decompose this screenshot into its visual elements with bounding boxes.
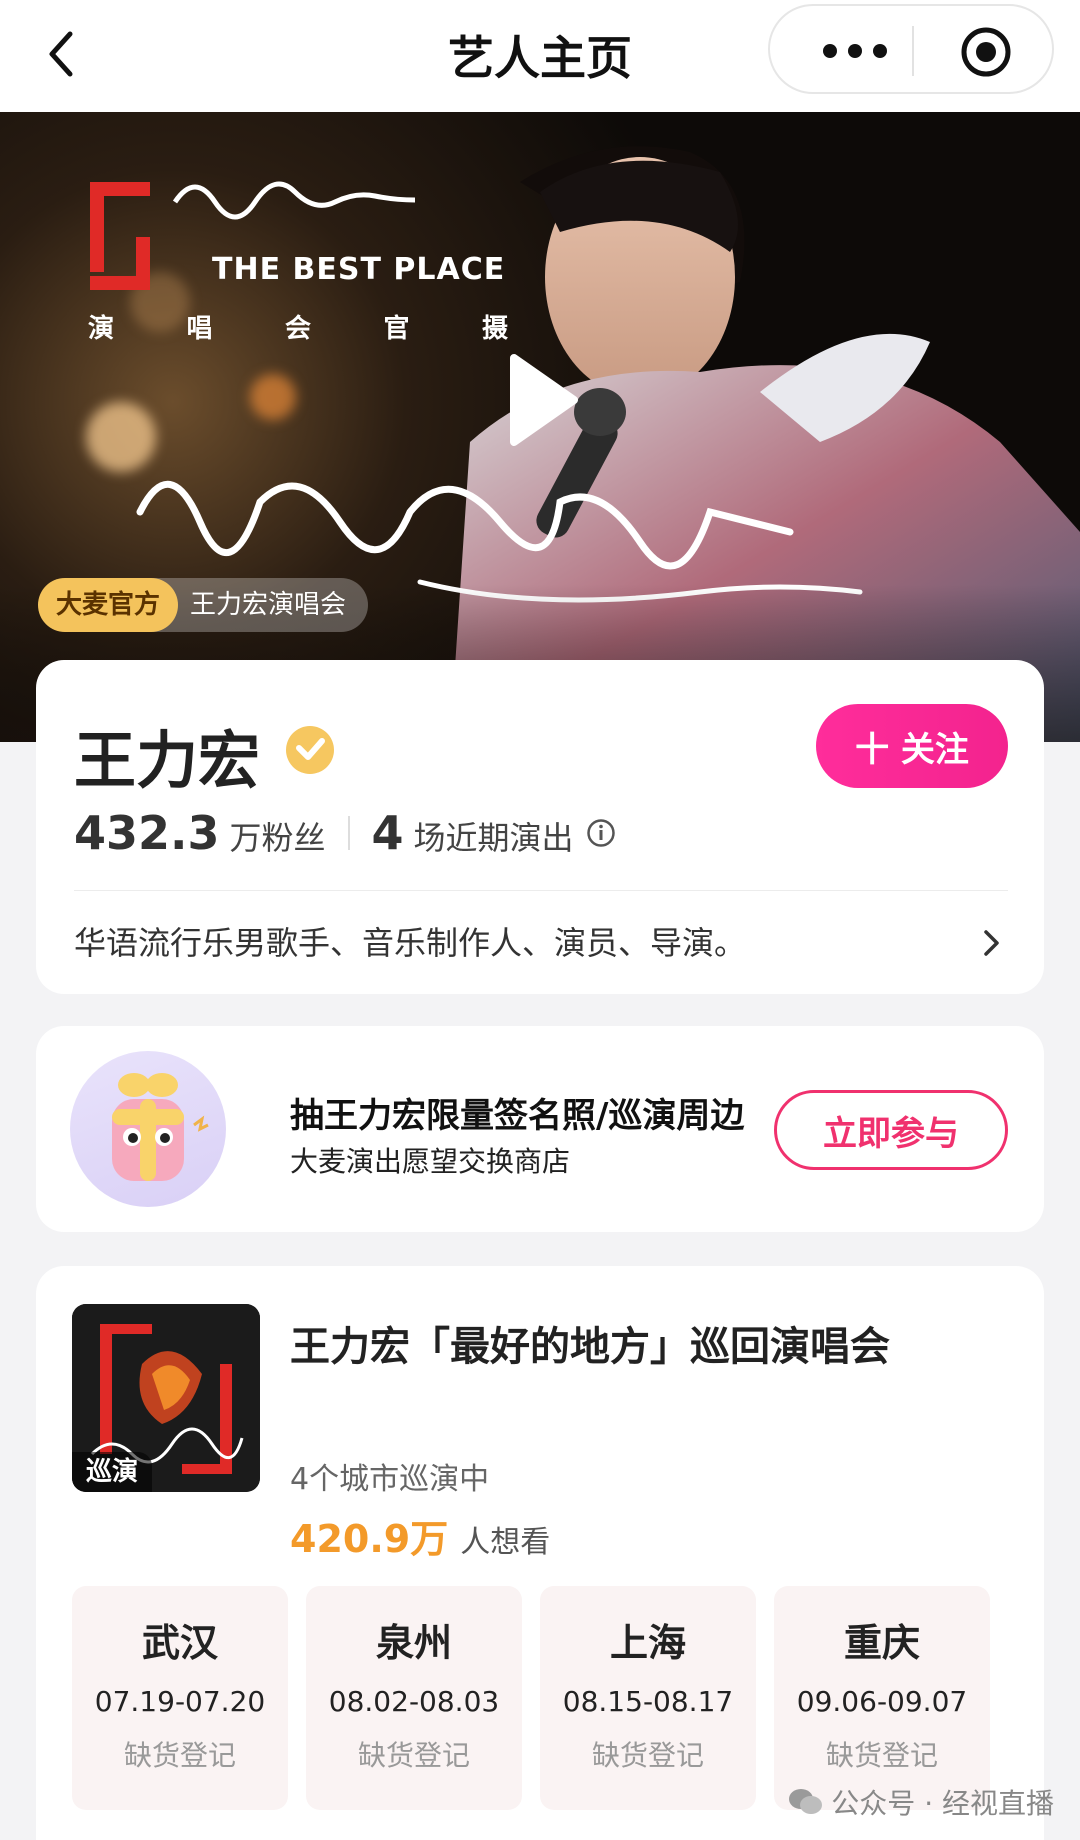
capsule-divider bbox=[912, 26, 914, 76]
city-name: 泉州 bbox=[375, 1621, 452, 1665]
promo-subtitle: 大麦演出愿望交换商店 bbox=[290, 1145, 571, 1178]
city-item-wuhan[interactable]: 武汉 07.19-07.20 缺货登记 bbox=[72, 1586, 288, 1810]
city-date: 09.06-09.07 bbox=[796, 1685, 968, 1718]
shows-unit: 场近期演出 bbox=[413, 819, 574, 857]
city-status: 缺货登记 bbox=[825, 1739, 938, 1772]
join-now-button[interactable]: 立即参与 bbox=[774, 1090, 1008, 1170]
fans-unit: 万粉丝 bbox=[229, 819, 326, 857]
tour-want: 420.9万 人想看 bbox=[290, 1508, 550, 1563]
gift-mascot-avatar bbox=[70, 1051, 226, 1207]
info-icon[interactable] bbox=[586, 818, 616, 848]
banner-logo-subtitle: 演 唱 会 官 摄 bbox=[88, 308, 508, 345]
want-count: 420.9万 bbox=[290, 1517, 449, 1561]
banner-tags: 大麦官方 王力宏演唱会 bbox=[38, 578, 369, 632]
city-status: 缺货登记 bbox=[591, 1739, 704, 1772]
banner-logo-title: THE BEST PLACE bbox=[212, 252, 506, 287]
tour-title: 王力宏「最好的地方」巡回演唱会 bbox=[290, 1324, 890, 1370]
artist-info-card: 王力宏 十 关注 432.3 万粉丝 4 场近期演出 华语流行乐男歌手、音乐制作… bbox=[36, 660, 1044, 994]
official-tag: 大麦官方 bbox=[38, 578, 179, 632]
card-divider bbox=[74, 890, 1008, 891]
top-nav-bar: 艺人主页 bbox=[0, 0, 1080, 112]
stats-divider bbox=[347, 816, 350, 850]
play-icon[interactable] bbox=[508, 352, 580, 448]
artist-description[interactable]: 华语流行乐男歌手、音乐制作人、演员、导演。 bbox=[74, 918, 746, 964]
city-list: 武汉 07.19-07.20 缺货登记 泉州 08.02-08.03 缺货登记 … bbox=[72, 1586, 1008, 1810]
artist-stats: 432.3 万粉丝 4 场近期演出 bbox=[74, 806, 616, 860]
city-item-chongqing[interactable]: 重庆 09.06-09.07 缺货登记 bbox=[774, 1586, 990, 1810]
watermark-text: 公众号 · 经视直播 bbox=[831, 1787, 1054, 1820]
mini-program-capsule bbox=[768, 4, 1054, 94]
logo-char: 摄 bbox=[481, 314, 508, 344]
tour-badge: 巡演 bbox=[72, 1452, 153, 1492]
banner-video[interactable]: THE BEST PLACE 演 唱 会 官 摄 大麦官方 王力宏演唱会 bbox=[0, 112, 1080, 742]
tour-card[interactable]: 巡演 王力宏「最好的地方」巡回演唱会 4个城市巡演中 420.9万 人想看 武汉… bbox=[36, 1266, 1044, 1840]
verified-badge-icon bbox=[286, 726, 334, 774]
logo-char: 唱 bbox=[186, 314, 213, 344]
city-status: 缺货登记 bbox=[357, 1739, 470, 1772]
city-date: 07.19-07.20 bbox=[94, 1685, 266, 1718]
logo-char: 演 bbox=[88, 314, 115, 344]
video-name-tag: 王力宏演唱会 bbox=[150, 578, 369, 632]
promo-title: 抽王力宏限量签名照/巡演周边 bbox=[290, 1096, 745, 1136]
city-name: 武汉 bbox=[141, 1621, 218, 1665]
city-item-shanghai[interactable]: 上海 08.15-08.17 缺货登记 bbox=[540, 1586, 756, 1810]
wechat-watermark: 公众号 · 经视直播 bbox=[787, 1782, 1054, 1822]
promo-card[interactable]: 抽王力宏限量签名照/巡演周边 大麦演出愿望交换商店 立即参与 bbox=[36, 1026, 1044, 1232]
city-name: 重庆 bbox=[843, 1621, 920, 1665]
shows-count: 4 bbox=[371, 806, 404, 860]
city-date: 08.15-08.17 bbox=[562, 1685, 734, 1718]
tour-cities-text: 4个城市巡演中 bbox=[290, 1462, 490, 1497]
city-item-quanzhou[interactable]: 泉州 08.02-08.03 缺货登记 bbox=[306, 1586, 522, 1810]
city-status: 缺货登记 bbox=[123, 1739, 236, 1772]
chevron-right-icon[interactable] bbox=[982, 928, 1002, 958]
artist-name: 王力宏 bbox=[74, 724, 261, 797]
wechat-icon bbox=[789, 1789, 823, 1814]
logo-char: 会 bbox=[284, 314, 311, 344]
want-label: 人想看 bbox=[460, 1525, 551, 1560]
more-dots-icon[interactable] bbox=[810, 36, 900, 66]
fans-count: 432.3 bbox=[74, 806, 220, 860]
gift-mascot-icon bbox=[112, 1073, 209, 1181]
close-target-icon[interactable] bbox=[958, 24, 1014, 80]
tour-poster[interactable]: 巡演 bbox=[72, 1304, 260, 1492]
follow-button[interactable]: 十 关注 bbox=[816, 704, 1008, 788]
city-date: 08.02-08.03 bbox=[328, 1685, 500, 1718]
logo-char: 官 bbox=[383, 314, 410, 344]
city-name: 上海 bbox=[609, 1621, 686, 1665]
